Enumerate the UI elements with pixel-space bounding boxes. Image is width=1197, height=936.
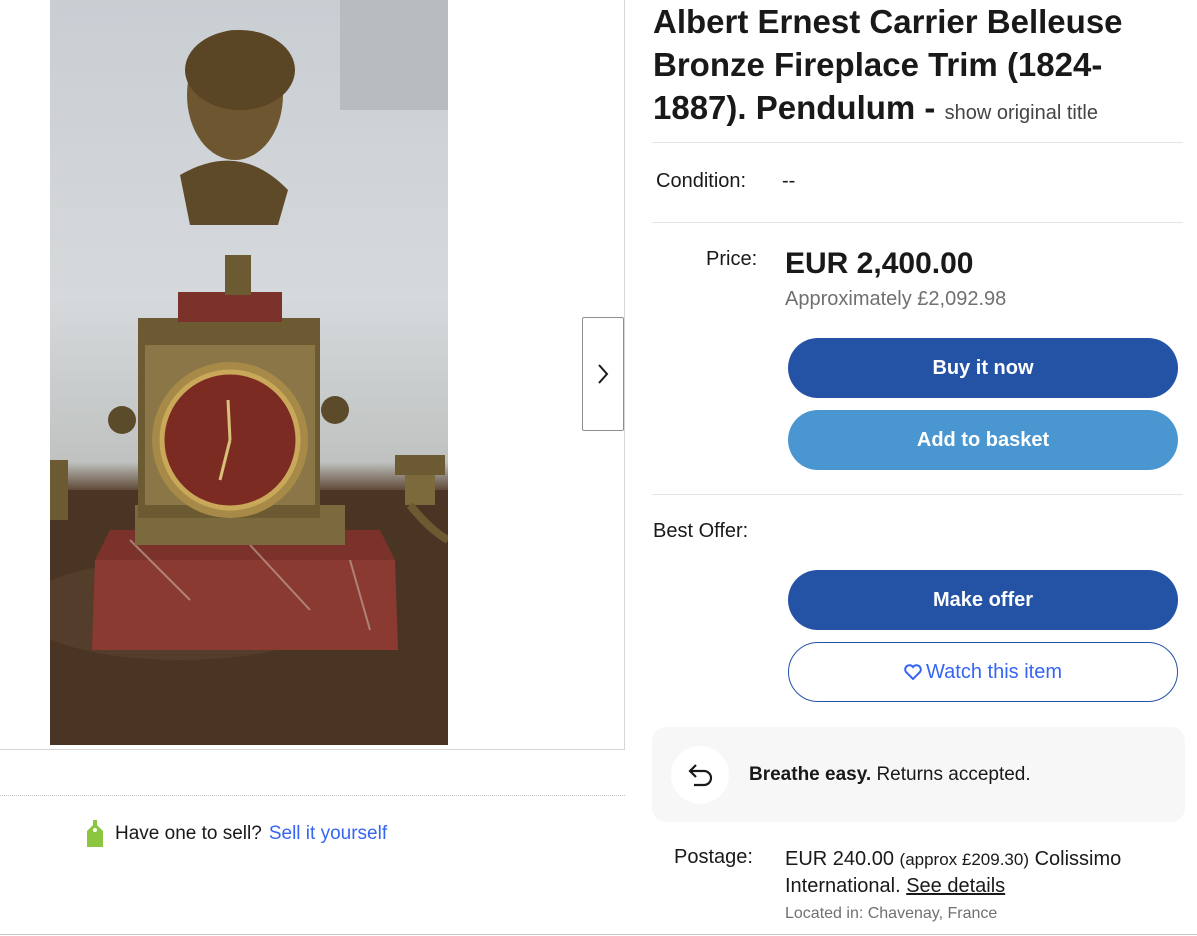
condition-value: -- <box>782 170 796 192</box>
returns-text: Breathe easy. Returns accepted. <box>749 764 1031 786</box>
sell-it-yourself-link[interactable]: Sell it yourself <box>269 823 387 845</box>
condition-label: Condition: <box>656 170 747 192</box>
watch-item-button[interactable]: Watch this item <box>788 642 1178 702</box>
buy-it-now-button[interactable]: Buy it now <box>788 338 1178 398</box>
returns-icon-circle <box>671 745 729 804</box>
price-value: EUR 2,400.00 <box>785 247 974 280</box>
chevron-right-icon <box>598 364 609 384</box>
postage-price: EUR 240.00 <box>785 848 894 870</box>
returns-banner: Breathe easy. Returns accepted. <box>652 727 1185 822</box>
returns-detail: Returns accepted. <box>876 763 1031 785</box>
price-label: Price: <box>706 248 758 270</box>
divider <box>652 494 1183 495</box>
sell-prompt: Have one to sell? Sell it yourself <box>85 818 387 850</box>
product-photo[interactable] <box>50 0 448 745</box>
postage-approx: (approx £209.30) <box>899 850 1030 869</box>
see-details-link[interactable]: See details <box>906 875 1005 897</box>
listing-title: Albert Ernest Carrier Belleuse Bronze Fi… <box>653 0 1183 135</box>
image-gallery <box>0 0 625 750</box>
clock-photo-illustration <box>50 0 448 745</box>
sell-question: Have one to sell? <box>115 823 262 844</box>
heart-icon <box>904 664 922 680</box>
return-arrow-icon <box>688 763 713 786</box>
approx-price: Approximately £2,092.98 <box>785 288 1007 310</box>
postage-value: EUR 240.00 (approx £209.30) Colissimo In… <box>785 846 1185 900</box>
best-offer-label: Best Offer: <box>653 520 749 542</box>
item-location: Located in: Chavenay, France <box>785 905 998 922</box>
show-original-title-link[interactable]: show original title <box>945 102 1098 124</box>
make-offer-button[interactable]: Make offer <box>788 570 1178 630</box>
divider <box>652 142 1183 143</box>
gallery-next-button[interactable] <box>582 317 624 431</box>
section-divider <box>0 795 625 796</box>
price-tag-icon <box>87 820 103 847</box>
returns-bold: Breathe easy. <box>749 763 872 785</box>
add-to-basket-button[interactable]: Add to basket <box>788 410 1178 470</box>
divider <box>652 222 1183 223</box>
bottom-divider <box>0 934 1197 935</box>
watch-item-label: Watch this item <box>926 660 1062 683</box>
postage-label: Postage: <box>674 846 753 868</box>
